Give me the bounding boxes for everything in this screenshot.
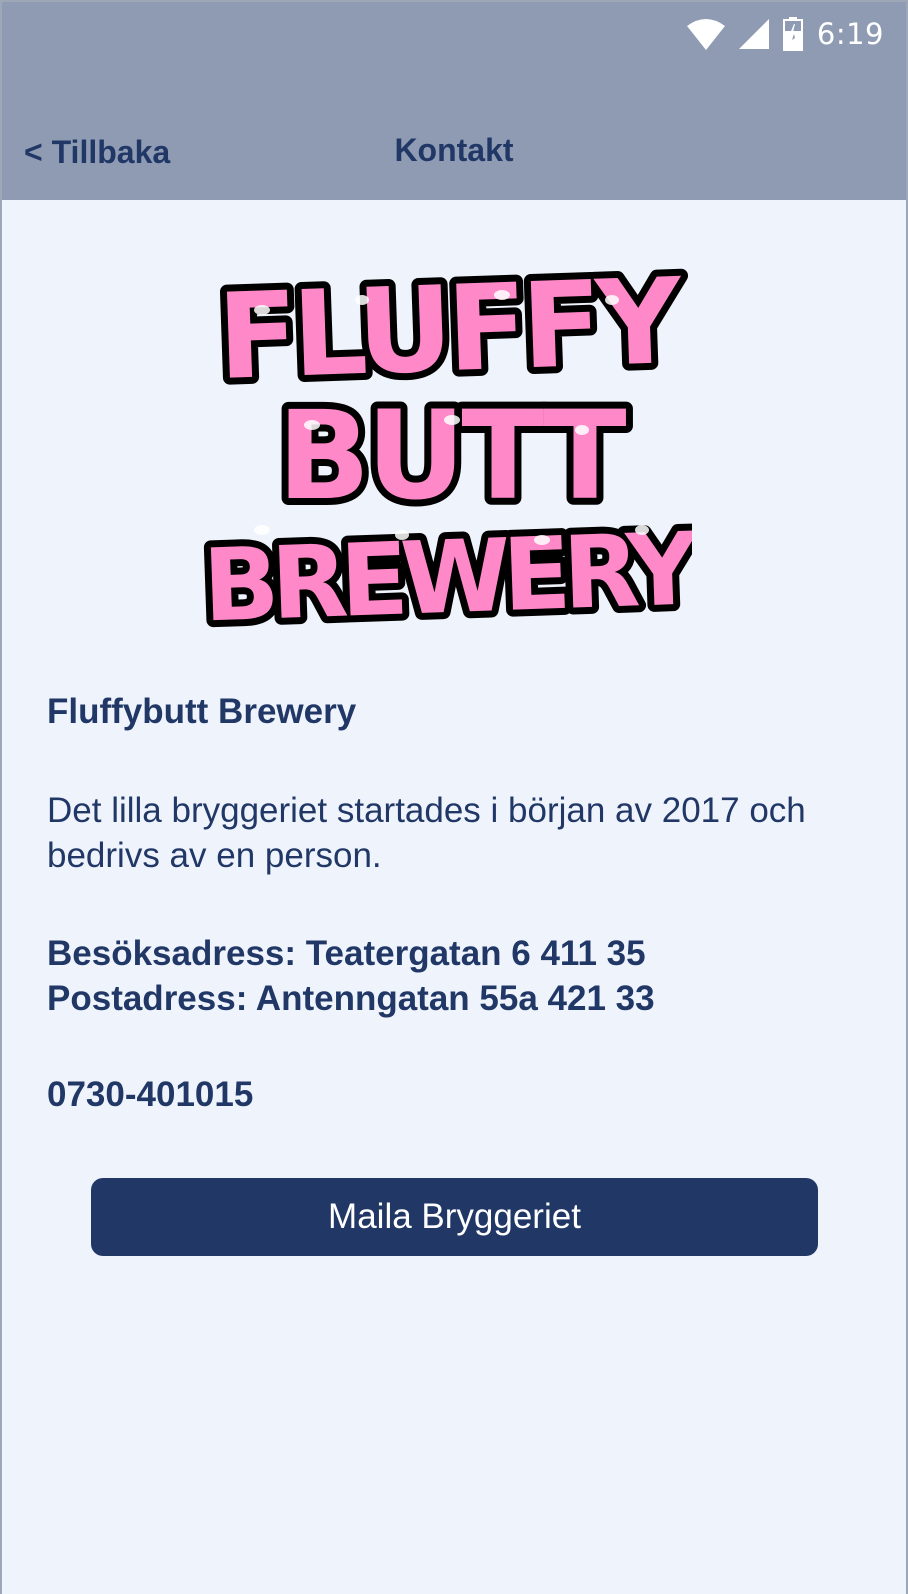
brewery-name: Fluffybutt Brewery — [47, 692, 357, 731]
battery-charging-icon — [782, 17, 803, 51]
brewery-logo: FLUFFY BUTT BREWERY — [194, 240, 709, 652]
mail-brewery-button[interactable]: Maila Bryggeriet — [91, 1178, 818, 1256]
visit-address: Besöksadress: Teatergatan 6 411 35 — [47, 934, 646, 973]
app-bar: 6:19 < Tillbaka Kontakt — [2, 2, 906, 200]
status-time: 6:19 — [816, 17, 884, 51]
cellular-signal-icon — [738, 19, 769, 49]
status-bar: 6:19 — [686, 2, 906, 66]
logo-line-2: BUTT — [277, 385, 626, 527]
logo-line-3: BREWERY — [202, 510, 692, 640]
postal-address: Postadress: Antenngatan 55a 421 33 — [47, 979, 655, 1018]
wifi-icon — [686, 18, 725, 50]
logo-line-1: FLUFFY — [215, 252, 685, 406]
brewery-description: Det lilla bryggeriet startades i början … — [47, 791, 806, 875]
page-title: Kontakt — [394, 132, 514, 168]
app-screen: 6:19 < Tillbaka Kontakt FLUFFY BUTT BREW… — [2, 2, 906, 1594]
address-block: Besöksadress: Teatergatan 6 411 35 Posta… — [47, 931, 655, 1021]
phone-number[interactable]: 0730-401015 — [47, 1075, 253, 1115]
